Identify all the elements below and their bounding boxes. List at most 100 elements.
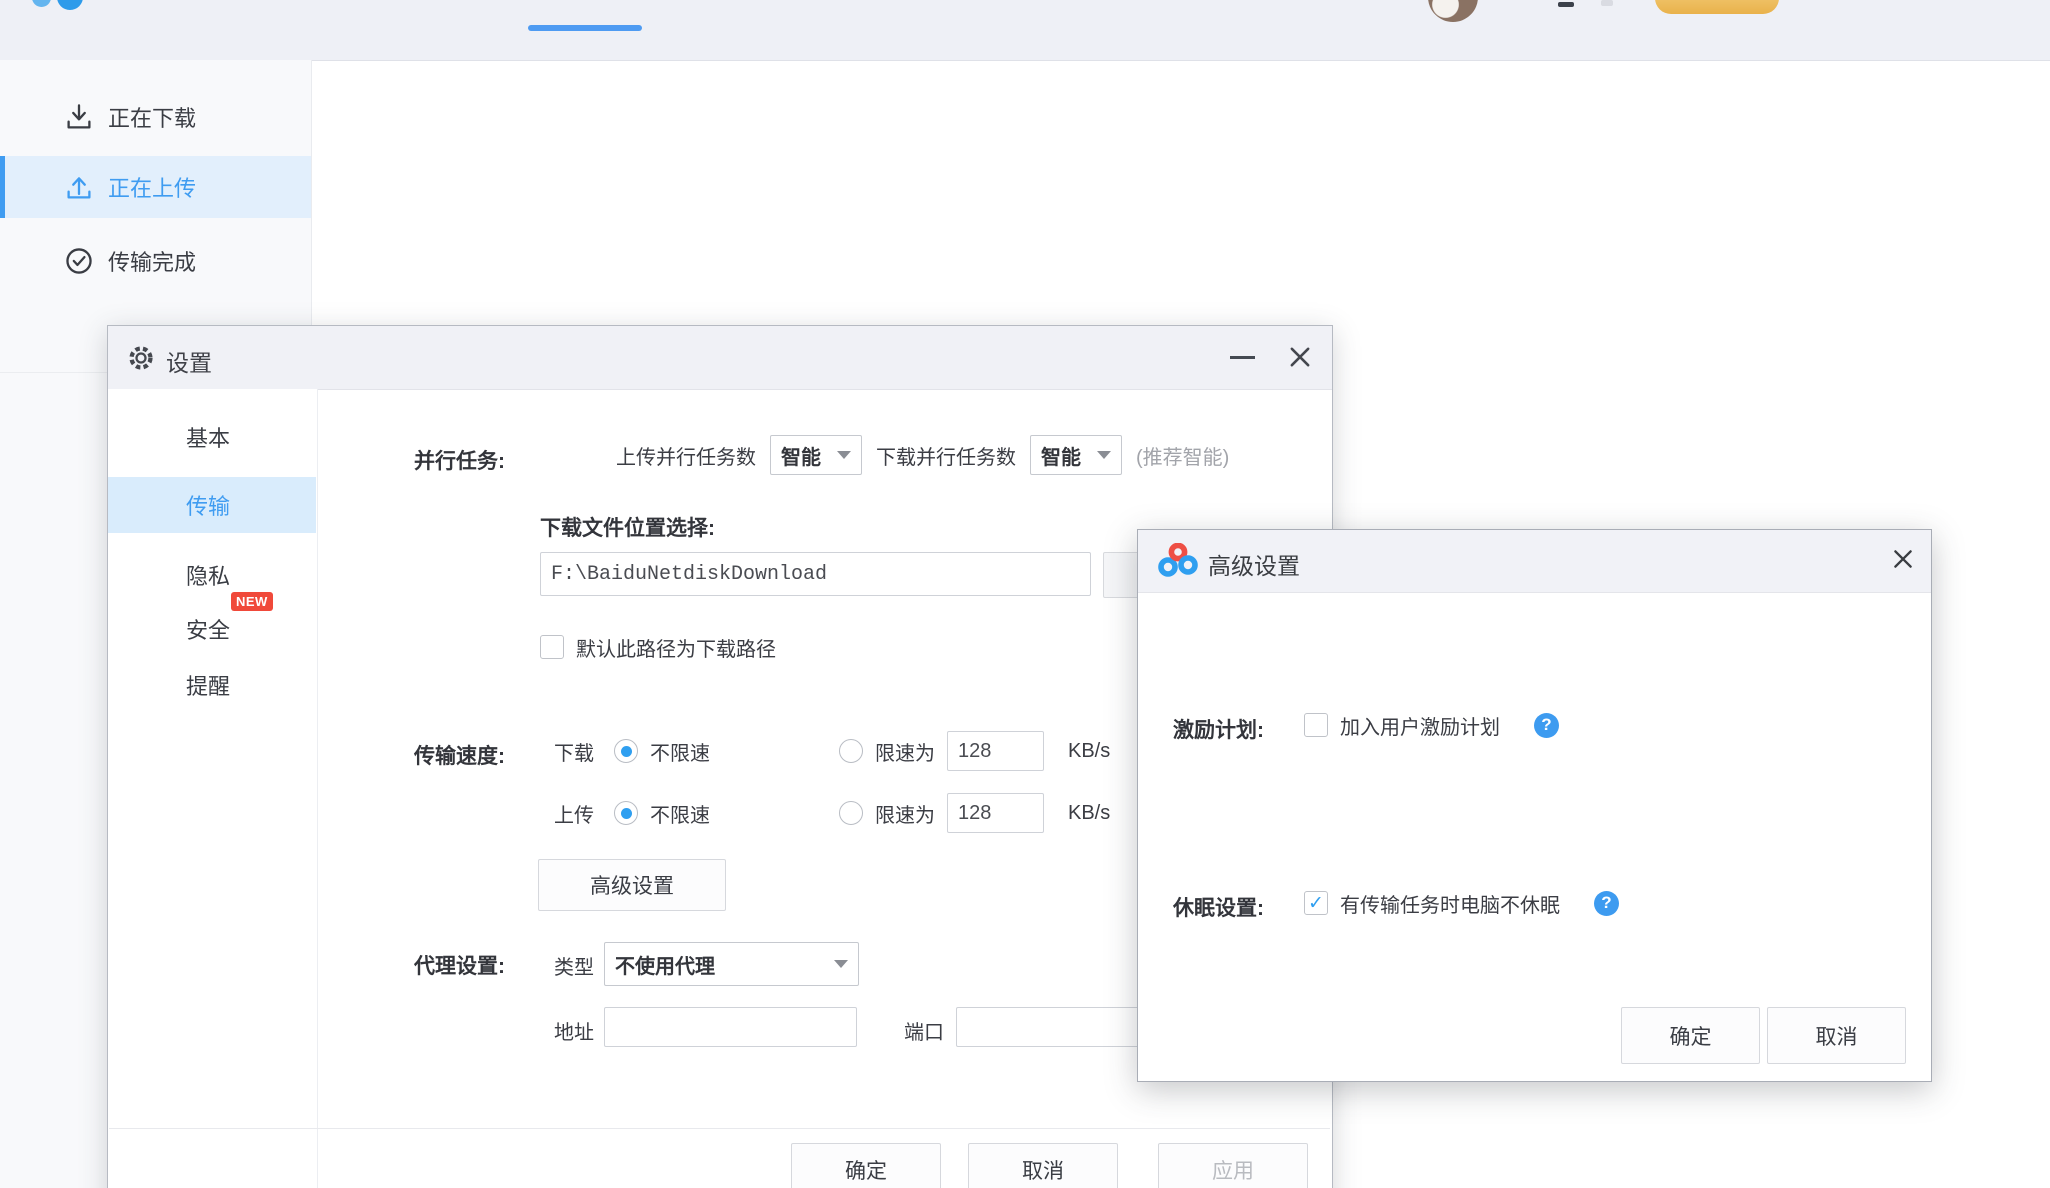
unlimited-label: 不限速 xyxy=(650,737,710,766)
active-tab-underline xyxy=(528,25,642,31)
sidebar-item-label: 传输完成 xyxy=(108,245,196,277)
check-circle-icon xyxy=(64,246,94,276)
tab-label: 传输 xyxy=(186,489,230,521)
footer-divider xyxy=(109,1128,1330,1129)
settings-tab-security[interactable]: 安全 NEW xyxy=(108,601,316,657)
select-value: 不使用代理 xyxy=(615,950,715,979)
proxy-address-input[interactable] xyxy=(604,1007,857,1047)
tab-label: 提醒 xyxy=(186,669,230,701)
settings-dialog-title: 设置 xyxy=(166,344,212,378)
netdisk-logo-icon xyxy=(1158,543,1198,579)
incentive-plan-checkbox[interactable] xyxy=(1304,713,1328,737)
settings-nav: 基本 传输 隐私 安全 NEW 提醒 xyxy=(108,389,318,1188)
download-parallel-select[interactable]: 智能 xyxy=(1030,435,1122,475)
settings-cancel-button[interactable]: 取消 xyxy=(968,1143,1118,1188)
close-icon[interactable] xyxy=(1286,343,1314,371)
speed-limit-download: 限速为 KB/s xyxy=(839,730,1110,772)
upload-parallel-select[interactable]: 智能 xyxy=(770,435,862,475)
settings-tab-transfer[interactable]: 传输 xyxy=(108,477,316,533)
proxy-port-label: 端口 xyxy=(904,1016,944,1045)
chevron-down-icon xyxy=(837,451,851,459)
select-value: 智能 xyxy=(781,441,821,470)
close-icon[interactable] xyxy=(1890,546,1916,572)
upload-icon xyxy=(64,172,94,202)
avatar[interactable] xyxy=(1428,0,1478,22)
unlimited-label: 不限速 xyxy=(650,799,710,828)
select-value: 智能 xyxy=(1041,441,1081,470)
download-location-label: 下载文件位置选择: xyxy=(540,512,715,542)
tab-label: 基本 xyxy=(186,421,230,453)
advanced-settings-dialog: 高级设置 激励计划: 加入用户激励计划 ? 休眠设置: 有传输任务时电脑不休眠 … xyxy=(1137,529,1932,1082)
advanced-dialog-header: 高级设置 xyxy=(1138,530,1931,593)
speed-row-name: 下载 xyxy=(554,737,594,766)
incentive-plan-row: 加入用户激励计划 ? xyxy=(1304,708,1559,742)
download-path-input[interactable] xyxy=(540,552,1091,596)
tab-label: 安全 xyxy=(186,613,230,645)
sidebar-item-completed[interactable]: 传输完成 xyxy=(0,230,311,292)
new-badge: NEW xyxy=(231,592,273,611)
sidebar-item-label: 正在上传 xyxy=(108,171,196,203)
limit-label: 限速为 xyxy=(875,737,935,766)
upload-parallel-label: 上传并行任务数 xyxy=(616,441,756,470)
advanced-settings-button[interactable]: 高级设置 xyxy=(538,859,726,911)
sidebar-item-uploading[interactable]: 正在上传 xyxy=(0,156,311,218)
proxy-type-select[interactable]: 不使用代理 xyxy=(604,942,859,986)
advanced-ok-button[interactable]: 确定 xyxy=(1621,1007,1760,1064)
settings-tab-basic[interactable]: 基本 xyxy=(108,409,316,465)
parallel-hint: (推荐智能) xyxy=(1136,441,1229,470)
speed-row-download: 下载 不限速 xyxy=(554,730,710,772)
help-icon[interactable]: ? xyxy=(1594,891,1619,916)
app-logo-icon xyxy=(57,0,83,10)
advanced-cancel-button[interactable]: 取消 xyxy=(1767,1007,1906,1064)
incentive-plan-checkbox-label: 加入用户激励计划 xyxy=(1340,711,1500,740)
sleep-settings-checkbox-label: 有传输任务时电脑不休眠 xyxy=(1340,889,1560,918)
sleep-settings-checkbox[interactable] xyxy=(1304,891,1328,915)
incentive-plan-label: 激励计划: xyxy=(1173,714,1264,744)
download-limit-radio[interactable] xyxy=(839,739,863,763)
minimize-icon[interactable] xyxy=(1230,356,1255,359)
download-parallel-label: 下载并行任务数 xyxy=(876,441,1016,470)
default-path-label: 默认此路径为下载路径 xyxy=(576,633,776,662)
default-path-checkbox[interactable] xyxy=(540,635,564,659)
download-unlimited-radio[interactable] xyxy=(614,739,638,763)
sidebar-item-downloading[interactable]: 正在下载 xyxy=(0,86,311,148)
gear-icon xyxy=(126,343,156,373)
settings-apply-button[interactable]: 应用 xyxy=(1158,1143,1308,1188)
cropped-toolbar-icon xyxy=(1558,2,1574,7)
settings-tab-reminder[interactable]: 提醒 xyxy=(108,657,316,713)
top-bar xyxy=(0,0,2050,61)
tab-label: 隐私 xyxy=(186,559,230,591)
upload-limit-input[interactable] xyxy=(947,793,1044,833)
advanced-dialog-title: 高级设置 xyxy=(1208,547,1300,581)
app-window: 正在下载 正在上传 传输完成 设置 xyxy=(0,0,2050,1188)
speed-unit: KB/s xyxy=(1068,740,1110,763)
speed-row-name: 上传 xyxy=(554,799,594,828)
vip-button[interactable] xyxy=(1655,0,1779,14)
settings-tab-privacy[interactable]: 隐私 xyxy=(108,547,316,603)
upload-limit-radio[interactable] xyxy=(839,801,863,825)
speed-unit: KB/s xyxy=(1068,802,1110,825)
sleep-settings-label: 休眠设置: xyxy=(1173,892,1264,922)
chevron-down-icon xyxy=(834,960,848,968)
parallel-tasks-label: 并行任务: xyxy=(414,445,505,475)
sleep-settings-row: 有传输任务时电脑不休眠 ? xyxy=(1304,886,1619,920)
settings-ok-button[interactable]: 确定 xyxy=(791,1143,941,1188)
sidebar-item-label: 正在下载 xyxy=(108,101,196,133)
transfer-speed-label: 传输速度: xyxy=(414,740,505,770)
download-limit-input[interactable] xyxy=(947,731,1044,771)
proxy-settings-label: 代理设置: xyxy=(414,950,505,980)
proxy-type-label: 类型 xyxy=(554,951,594,980)
speed-limit-upload: 限速为 KB/s xyxy=(839,792,1110,834)
speed-row-upload: 上传 不限速 xyxy=(554,792,710,834)
parallel-tasks-row: 上传并行任务数 智能 下载并行任务数 智能 (推荐智能) xyxy=(616,434,1229,476)
upload-unlimited-radio[interactable] xyxy=(614,801,638,825)
proxy-address-label: 地址 xyxy=(554,1016,594,1045)
help-icon[interactable]: ? xyxy=(1534,713,1559,738)
default-path-row: 默认此路径为下载路径 xyxy=(540,634,776,660)
chevron-down-icon xyxy=(1097,451,1111,459)
settings-titlebar: 设置 xyxy=(108,326,1332,390)
cropped-toolbar-icon xyxy=(1601,0,1613,6)
limit-label: 限速为 xyxy=(875,799,935,828)
download-icon xyxy=(64,102,94,132)
app-logo-icon xyxy=(32,0,51,7)
